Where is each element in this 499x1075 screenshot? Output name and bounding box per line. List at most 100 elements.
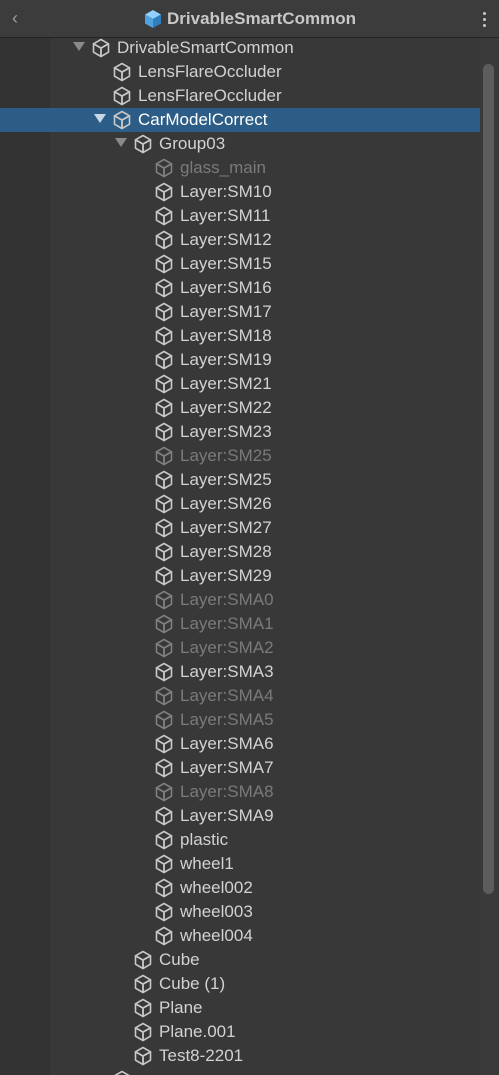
gameobject-cube-icon xyxy=(154,662,174,682)
hierarchy-item-label: Layer:SM27 xyxy=(180,518,272,537)
gameobject-cube-icon xyxy=(133,1022,153,1042)
hierarchy-item[interactable]: Layer:SM17 xyxy=(0,300,480,324)
hierarchy-item[interactable]: Plane.001 xyxy=(0,1020,480,1044)
expand-arrow-icon[interactable] xyxy=(115,138,127,147)
hierarchy-item-label: Group03 xyxy=(159,134,226,153)
gameobject-cube-icon xyxy=(154,854,174,874)
hierarchy-item-label: Layer:SM10 xyxy=(180,182,272,201)
hierarchy-item[interactable]: LensFlareOccluder xyxy=(0,84,480,108)
hierarchy-item-label: Layer:SM21 xyxy=(180,374,272,393)
scrollbar-thumb[interactable] xyxy=(483,64,494,894)
gameobject-cube-icon xyxy=(154,470,174,490)
hierarchy-item[interactable]: Layer:SM27 xyxy=(0,516,480,540)
gameobject-cube-icon xyxy=(112,86,132,106)
expand-arrow-icon[interactable] xyxy=(94,114,106,123)
hierarchy-item-label: Layer:SMA3 xyxy=(180,662,274,681)
hierarchy-item[interactable]: Layer:SMA0 xyxy=(0,588,480,612)
hierarchy-item[interactable]: Layer:SMA1 xyxy=(0,612,480,636)
hierarchy-item-label: plastic xyxy=(180,830,229,849)
hierarchy-item-label: wheel003 xyxy=(180,902,253,921)
hierarchy-item-label: Layer:SM16 xyxy=(180,278,272,297)
hierarchy-item[interactable]: wheel1 xyxy=(0,852,480,876)
hierarchy-item-label: Cube xyxy=(159,950,200,969)
hierarchy-item[interactable]: CarModelCorrect xyxy=(0,108,480,132)
hierarchy-item-label: Layer:SM19 xyxy=(180,350,272,369)
gameobject-cube-icon xyxy=(154,326,174,346)
hierarchy-item[interactable] xyxy=(0,1068,480,1075)
gameobject-cube-icon xyxy=(154,614,174,634)
hierarchy-item-label: Layer:SM25 xyxy=(180,470,272,489)
hierarchy-item[interactable]: plastic xyxy=(0,828,480,852)
hierarchy-item[interactable]: DrivableSmartCommon xyxy=(0,38,480,60)
hierarchy-item-label: Layer:SM18 xyxy=(180,326,272,345)
gameobject-cube-icon xyxy=(154,566,174,586)
gameobject-cube-icon xyxy=(133,1046,153,1066)
gameobject-cube-icon xyxy=(91,38,111,58)
gameobject-cube-icon xyxy=(154,782,174,802)
gameobject-cube-icon xyxy=(154,302,174,322)
hierarchy-item[interactable]: wheel003 xyxy=(0,900,480,924)
vertical-scrollbar[interactable] xyxy=(480,38,499,1075)
gameobject-cube-icon xyxy=(154,830,174,850)
hierarchy-item[interactable]: Layer:SM21 xyxy=(0,372,480,396)
hierarchy-item[interactable]: Layer:SMA5 xyxy=(0,708,480,732)
hierarchy-item[interactable]: Layer:SM12 xyxy=(0,228,480,252)
hierarchy-item[interactable]: Layer:SM15 xyxy=(0,252,480,276)
hierarchy-item-label: Layer:SMA8 xyxy=(180,782,274,801)
hierarchy-header: ‹ DrivableSmartCommon xyxy=(0,0,499,38)
hierarchy-item[interactable]: Layer:SM18 xyxy=(0,324,480,348)
hierarchy-item[interactable]: Layer:SMA6 xyxy=(0,732,480,756)
gameobject-cube-icon xyxy=(133,974,153,994)
hierarchy-item-label: Layer:SM15 xyxy=(180,254,272,273)
hierarchy-tree: DrivableSmartCommon LensFlareOccluder Lens… xyxy=(0,38,480,1075)
hierarchy-item[interactable]: wheel002 xyxy=(0,876,480,900)
hierarchy-item[interactable]: Layer:SMA3 xyxy=(0,660,480,684)
hierarchy-item[interactable]: Cube xyxy=(0,948,480,972)
gameobject-cube-icon xyxy=(154,710,174,730)
hierarchy-item[interactable]: Layer:SM11 xyxy=(0,204,480,228)
hierarchy-item-label: Layer:SMA4 xyxy=(180,686,274,705)
gameobject-cube-icon xyxy=(154,494,174,514)
hierarchy-item[interactable]: Cube (1) xyxy=(0,972,480,996)
hierarchy-item-label: Plane xyxy=(159,998,203,1017)
gameobject-cube-icon xyxy=(154,542,174,562)
expand-arrow-icon[interactable] xyxy=(73,42,85,51)
gameobject-cube-icon xyxy=(112,110,132,130)
kebab-menu-icon[interactable] xyxy=(479,9,489,29)
hierarchy-item[interactable]: Layer:SM23 xyxy=(0,420,480,444)
hierarchy-item[interactable]: Layer:SMA8 xyxy=(0,780,480,804)
hierarchy-item[interactable]: Layer:SM26 xyxy=(0,492,480,516)
hierarchy-item[interactable]: Layer:SM29 xyxy=(0,564,480,588)
hierarchy-item[interactable]: Layer:SM25 xyxy=(0,444,480,468)
hierarchy-item-label: Layer:SM26 xyxy=(180,494,272,513)
hierarchy-item-label: Layer:SMA1 xyxy=(180,614,274,633)
hierarchy-item[interactable]: LensFlareOccluder xyxy=(0,60,480,84)
gameobject-cube-icon xyxy=(112,1070,132,1075)
hierarchy-item[interactable]: Layer:SM28 xyxy=(0,540,480,564)
hierarchy-item[interactable]: Layer:SMA7 xyxy=(0,756,480,780)
gameobject-cube-icon xyxy=(154,206,174,226)
hierarchy-item[interactable]: glass_main xyxy=(0,156,480,180)
hierarchy-item[interactable]: Layer:SM10 xyxy=(0,180,480,204)
hierarchy-item[interactable]: Plane xyxy=(0,996,480,1020)
hierarchy-item[interactable]: Layer:SM25 xyxy=(0,468,480,492)
hierarchy-item[interactable]: Layer:SMA9 xyxy=(0,804,480,828)
hierarchy-item-label: Layer:SMA0 xyxy=(180,590,274,609)
hierarchy-item-label: Plane.001 xyxy=(159,1022,236,1041)
hierarchy-item[interactable]: Layer:SMA4 xyxy=(0,684,480,708)
hierarchy-item-label: Layer:SM28 xyxy=(180,542,272,561)
hierarchy-item-label: Cube (1) xyxy=(159,974,226,993)
hierarchy-item[interactable]: wheel004 xyxy=(0,924,480,948)
gameobject-cube-icon xyxy=(154,182,174,202)
hierarchy-item[interactable]: Layer:SM19 xyxy=(0,348,480,372)
gameobject-cube-icon xyxy=(154,398,174,418)
hierarchy-item[interactable]: Layer:SMA2 xyxy=(0,636,480,660)
gameobject-cube-icon xyxy=(154,638,174,658)
hierarchy-item-label: glass_main xyxy=(180,158,266,177)
hierarchy-item[interactable]: Test8-2201 xyxy=(0,1044,480,1068)
hierarchy-item[interactable]: Group03 xyxy=(0,132,480,156)
gameobject-cube-icon xyxy=(133,998,153,1018)
gameobject-cube-icon xyxy=(154,158,174,178)
hierarchy-item[interactable]: Layer:SM16 xyxy=(0,276,480,300)
hierarchy-item[interactable]: Layer:SM22 xyxy=(0,396,480,420)
